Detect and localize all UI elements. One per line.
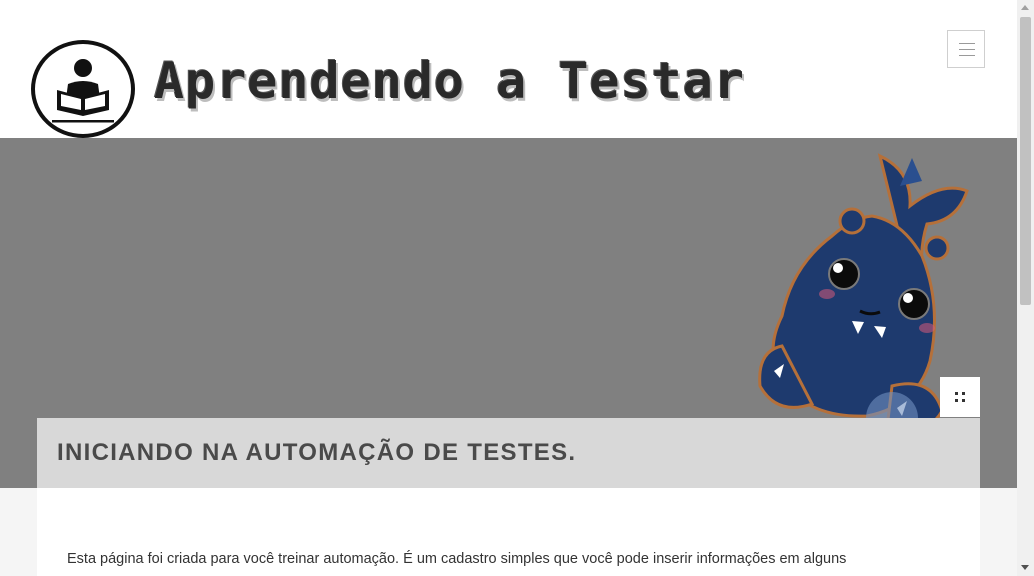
expand-icon	[955, 392, 958, 395]
scroll-up-arrow-icon[interactable]	[1021, 5, 1029, 10]
scrollbar-thumb[interactable]	[1020, 17, 1031, 305]
expand-icon	[962, 399, 965, 402]
intro-text: Esta página foi criada para você treinar…	[67, 551, 847, 567]
scroll-down-arrow-icon[interactable]	[1021, 565, 1029, 570]
reading-person-icon	[52, 59, 114, 123]
expand-icon	[955, 399, 958, 402]
entry-title-box: INICIANDO NA AUTOMAÇÃO DE TESTES.	[37, 418, 980, 488]
expand-button[interactable]	[940, 377, 980, 417]
hamburger-menu-icon	[959, 43, 975, 44]
expand-icon	[962, 392, 965, 395]
site-title[interactable]: Aprendendo a Testar	[154, 46, 745, 116]
site-header: Aprendendo a Testar	[0, 0, 1017, 138]
menu-toggle-button[interactable]	[947, 30, 985, 68]
content-area: Esta página foi criada para você treinar…	[37, 488, 980, 576]
vertical-scrollbar[interactable]	[1017, 0, 1034, 576]
hamburger-menu-icon	[959, 55, 975, 56]
page-title: INICIANDO NA AUTOMAÇÃO DE TESTES.	[57, 439, 577, 466]
hamburger-menu-icon	[959, 49, 975, 50]
site-logo[interactable]	[31, 40, 135, 138]
